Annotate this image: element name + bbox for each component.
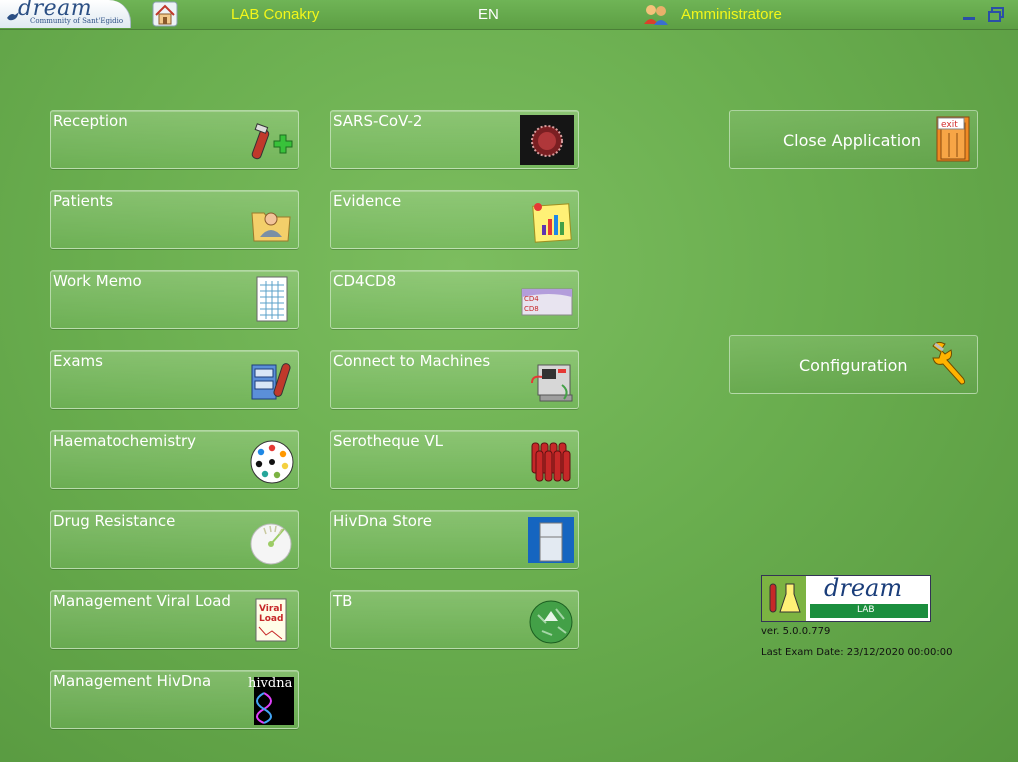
viral-load-icon: Viral Load bbox=[255, 598, 287, 642]
tile-management-hivdna[interactable]: Management HivDna hivdna bbox=[50, 670, 299, 729]
lab-name: LAB Conakry bbox=[231, 6, 320, 23]
tile-label: Work Memo bbox=[53, 272, 142, 290]
tile-exams[interactable]: Exams bbox=[50, 350, 299, 409]
machine-icon bbox=[531, 364, 573, 402]
close-application-label: Close Application bbox=[783, 131, 922, 150]
tile-connect-to-machines[interactable]: Connect to Machines bbox=[330, 350, 579, 409]
haematochemistry-icon bbox=[250, 440, 294, 484]
configuration-label: Configuration bbox=[799, 356, 908, 375]
tile-label: Serotheque VL bbox=[333, 432, 444, 450]
patients-icon bbox=[251, 212, 291, 242]
cd4cd8-icon: CD4 CD8 bbox=[521, 288, 573, 316]
exams-icon bbox=[251, 363, 291, 400]
tile-label: HivDna Store bbox=[333, 512, 432, 530]
tile-label: Reception bbox=[53, 112, 128, 130]
tb-icon bbox=[529, 600, 573, 644]
tile-label: Connect to Machines bbox=[333, 352, 491, 370]
minimize-icon[interactable] bbox=[962, 7, 976, 21]
tile-drug-resistance[interactable]: Drug Resistance bbox=[50, 510, 299, 569]
tile-haematochemistry[interactable]: Haematochemistry bbox=[50, 430, 299, 489]
drug-resistance-icon bbox=[250, 523, 292, 565]
viral-load-icon-word2: Load bbox=[259, 614, 283, 624]
tile-label: TB bbox=[333, 592, 353, 610]
dream-lab-logo: dream LAB bbox=[761, 574, 931, 622]
tile-reception[interactable]: Reception bbox=[50, 110, 299, 169]
tile-label: CD4CD8 bbox=[333, 272, 397, 290]
evidence-icon bbox=[532, 203, 572, 243]
test-tubes-icon bbox=[531, 442, 571, 482]
virus-icon bbox=[520, 115, 574, 165]
tile-label: Evidence bbox=[333, 192, 402, 210]
tile-evidence[interactable]: Evidence bbox=[330, 190, 579, 249]
cd4-label: CD4 bbox=[524, 295, 539, 303]
viral-load-icon-word1: Viral bbox=[259, 604, 283, 614]
tile-label: Management HivDna bbox=[53, 672, 212, 690]
last-exam-date: Last Exam Date: 23/12/2020 00:00:00 bbox=[761, 647, 953, 658]
logo-subtitle: Community of Sant'Egidio bbox=[30, 17, 124, 25]
tile-tb[interactable]: TB bbox=[330, 590, 579, 649]
tile-label: Management Viral Load bbox=[53, 592, 231, 610]
work-memo-icon bbox=[256, 276, 288, 322]
tile-work-memo[interactable]: Work Memo bbox=[50, 270, 299, 329]
hivdna-icon: hivdna bbox=[248, 676, 294, 725]
reception-icon bbox=[251, 123, 293, 160]
configuration-button[interactable]: Configuration bbox=[729, 335, 978, 394]
cd8-label: CD8 bbox=[524, 305, 539, 313]
home-icon bbox=[152, 1, 178, 27]
version-text: ver. 5.0.0.779 bbox=[761, 626, 831, 637]
hivdna-icon-label: hivdna bbox=[248, 676, 293, 691]
tile-label: SARS-CoV-2 bbox=[333, 112, 423, 130]
tile-serotheque-vl[interactable]: Serotheque VL bbox=[330, 430, 579, 489]
tile-patients[interactable]: Patients bbox=[50, 190, 299, 249]
tile-label: Drug Resistance bbox=[53, 512, 176, 530]
close-application-button[interactable]: Close Application exit bbox=[729, 110, 978, 169]
tile-sars-cov-2[interactable]: SARS-CoV-2 bbox=[330, 110, 579, 169]
lab-flask-icon bbox=[769, 583, 801, 613]
freezer-icon bbox=[528, 517, 574, 563]
exit-sign-text: exit bbox=[941, 120, 958, 130]
exit-door-icon: exit bbox=[936, 116, 970, 162]
users-icon bbox=[644, 5, 668, 25]
home-button[interactable] bbox=[152, 1, 178, 27]
language-selector[interactable]: EN bbox=[478, 6, 499, 23]
user-name: Amministratore bbox=[681, 6, 782, 23]
restore-icon[interactable] bbox=[988, 7, 1004, 23]
dream-lab-word: dream bbox=[824, 574, 903, 602]
tile-label: Exams bbox=[53, 352, 103, 370]
top-bar: dream Community of Sant'Egidio LAB Conak… bbox=[0, 0, 1018, 30]
wrench-icon bbox=[932, 341, 966, 385]
tile-management-viral-load[interactable]: Management Viral Load Viral Load bbox=[50, 590, 299, 649]
dream-lab-sub: LAB bbox=[857, 605, 875, 615]
tile-label: Patients bbox=[53, 192, 114, 210]
dream-logo: dream Community of Sant'Egidio bbox=[0, 0, 131, 28]
tile-hivdna-store[interactable]: HivDna Store bbox=[330, 510, 579, 569]
tile-label: Haematochemistry bbox=[53, 432, 197, 450]
tile-cd4cd8[interactable]: CD4CD8 CD4 CD8 bbox=[330, 270, 579, 329]
